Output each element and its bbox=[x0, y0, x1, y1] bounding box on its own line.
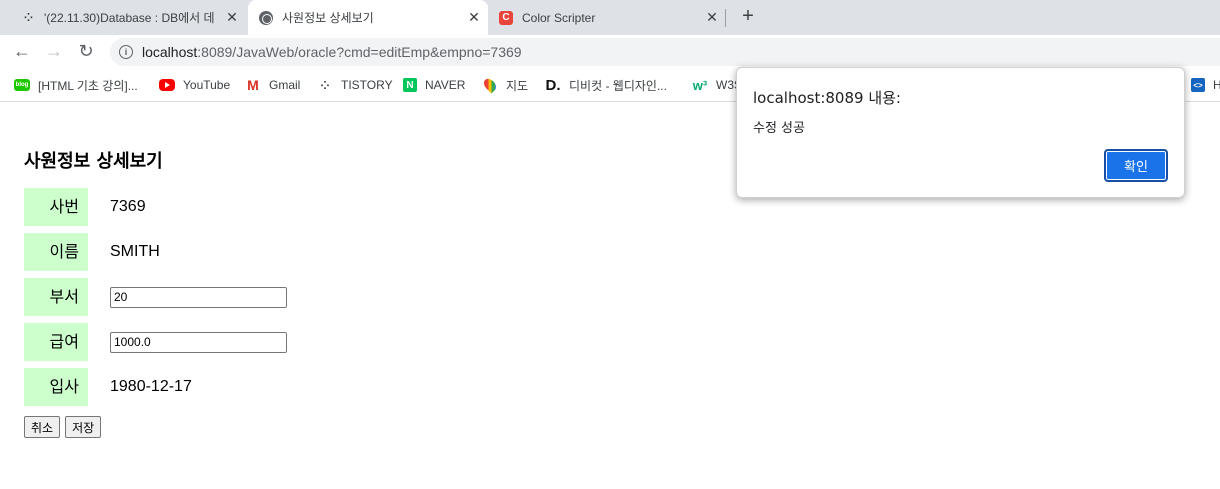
employee-detail-table: 사번 7369 이름 SMITH 부서 급여 입사 1980-12-17 bbox=[24, 188, 287, 413]
tab-title: Color Scripter bbox=[522, 10, 596, 25]
reload-icon[interactable]: ↻ bbox=[74, 39, 98, 63]
info-icon[interactable]: i bbox=[119, 45, 133, 59]
bookmark-naver[interactable]: N NAVER bbox=[403, 76, 465, 94]
tab-title: '(22.11.30)Database : DB에서 데 bbox=[44, 11, 215, 25]
empno-label: 사번 bbox=[24, 188, 88, 226]
save-button[interactable]: 저장 bbox=[65, 416, 102, 438]
back-arrow-icon[interactable]: ← bbox=[10, 39, 34, 63]
tistory-icon: ⁘ bbox=[320, 79, 330, 92]
cancel-button[interactable]: 취소 bbox=[24, 416, 61, 438]
tab-employee-detail[interactable]: 사원정보 상세보기 ✕ bbox=[248, 0, 488, 35]
bookmark-label: H bbox=[1213, 78, 1220, 92]
close-icon[interactable]: ✕ bbox=[704, 9, 720, 26]
bookmark-label: 디비컷 - 웹디자인... bbox=[569, 78, 667, 93]
bookmark-gmail[interactable]: M Gmail bbox=[245, 76, 300, 94]
color-scripter-icon: C bbox=[498, 10, 514, 26]
bookmark-maps[interactable]: 지도 bbox=[481, 76, 529, 94]
tab-database-post[interactable]: ⁘ '(22.11.30)Database : DB에서 데 ✕ bbox=[10, 0, 246, 35]
bookmark-dbcut[interactable]: D. 디비컷 - 웹디자인... bbox=[545, 76, 667, 94]
tab-color-scripter[interactable]: C Color Scripter ✕ bbox=[490, 0, 726, 35]
bookmark-tistory[interactable]: ⁘ TISTORY bbox=[317, 76, 393, 94]
tab-title: 사원정보 상세보기 bbox=[282, 11, 374, 25]
new-tab-button[interactable]: + bbox=[737, 6, 759, 28]
sal-label: 급여 bbox=[24, 323, 88, 361]
dbcut-icon: D. bbox=[545, 76, 561, 94]
form-buttons: 취소 저장 bbox=[24, 416, 102, 438]
blog-icon: blog bbox=[14, 79, 30, 91]
hiredate-label: 입사 bbox=[24, 368, 88, 406]
ok-button[interactable]: 확인 bbox=[1104, 149, 1168, 182]
bookmark-label: Gmail bbox=[269, 78, 301, 92]
page-title: 사원정보 상세보기 bbox=[24, 151, 163, 172]
youtube-icon bbox=[159, 79, 175, 91]
forward-arrow-icon[interactable]: → bbox=[42, 39, 66, 63]
bookmark-label: TISTORY bbox=[341, 78, 393, 92]
bookmark-label: NAVER bbox=[425, 78, 466, 92]
table-row-empno: 사번 7369 bbox=[24, 188, 287, 226]
dept-input[interactable] bbox=[110, 286, 287, 308]
url-path: :8089/JavaWeb/oracle?cmd=editEmp&empno=7… bbox=[197, 44, 522, 60]
close-icon[interactable]: ✕ bbox=[224, 9, 240, 26]
dialog-title: localhost:8089 내용: bbox=[753, 89, 901, 107]
bookmark-html-lecture[interactable]: blog [HTML 기초 강의]... bbox=[14, 76, 138, 94]
tab-strip: ⁘ '(22.11.30)Database : DB에서 데 ✕ 사원정보 상세… bbox=[0, 0, 1220, 35]
code-icon: <> bbox=[1191, 78, 1205, 92]
dots-icon: ⁘ bbox=[23, 12, 33, 24]
bookmark-w3schools[interactable]: w³ W3S bbox=[692, 76, 742, 94]
table-row-dept: 부서 bbox=[24, 278, 287, 316]
bookmark-code[interactable]: <> H bbox=[1191, 76, 1220, 94]
dept-label: 부서 bbox=[24, 278, 88, 316]
bookmark-label: YouTube bbox=[183, 78, 231, 92]
bookmark-label: [HTML 기초 강의]... bbox=[38, 78, 138, 93]
alert-dialog: localhost:8089 내용: 수정 성공 확인 bbox=[736, 67, 1185, 198]
tab-divider bbox=[725, 9, 726, 27]
table-row-hiredate: 입사 1980-12-17 bbox=[24, 368, 287, 406]
url-host: localhost bbox=[142, 44, 198, 60]
gmail-icon: M bbox=[247, 77, 259, 93]
hiredate-value: 1980-12-17 bbox=[110, 378, 192, 395]
table-row-sal: 급여 bbox=[24, 323, 287, 361]
ename-value: SMITH bbox=[110, 243, 160, 260]
maps-icon bbox=[481, 76, 499, 94]
ename-label: 이름 bbox=[24, 233, 88, 271]
bookmark-youtube[interactable]: YouTube bbox=[159, 76, 230, 94]
table-row-ename: 이름 SMITH bbox=[24, 233, 287, 271]
globe-icon bbox=[258, 10, 274, 26]
w3schools-icon: w³ bbox=[692, 77, 708, 93]
bookmark-label: 지도 bbox=[506, 78, 529, 93]
browser-toolbar: ← → ↻ i localhost:8089/JavaWeb/oracle?cm… bbox=[0, 35, 1220, 68]
dialog-message: 수정 성공 bbox=[753, 121, 805, 136]
url-text: localhost:8089/JavaWeb/oracle?cmd=editEm… bbox=[142, 44, 522, 60]
close-icon[interactable]: ✕ bbox=[466, 9, 482, 26]
empno-value: 7369 bbox=[110, 198, 146, 215]
address-bar[interactable]: i localhost:8089/JavaWeb/oracle?cmd=edit… bbox=[110, 38, 1220, 66]
naver-icon: N bbox=[403, 78, 417, 92]
salary-input[interactable] bbox=[110, 331, 287, 353]
